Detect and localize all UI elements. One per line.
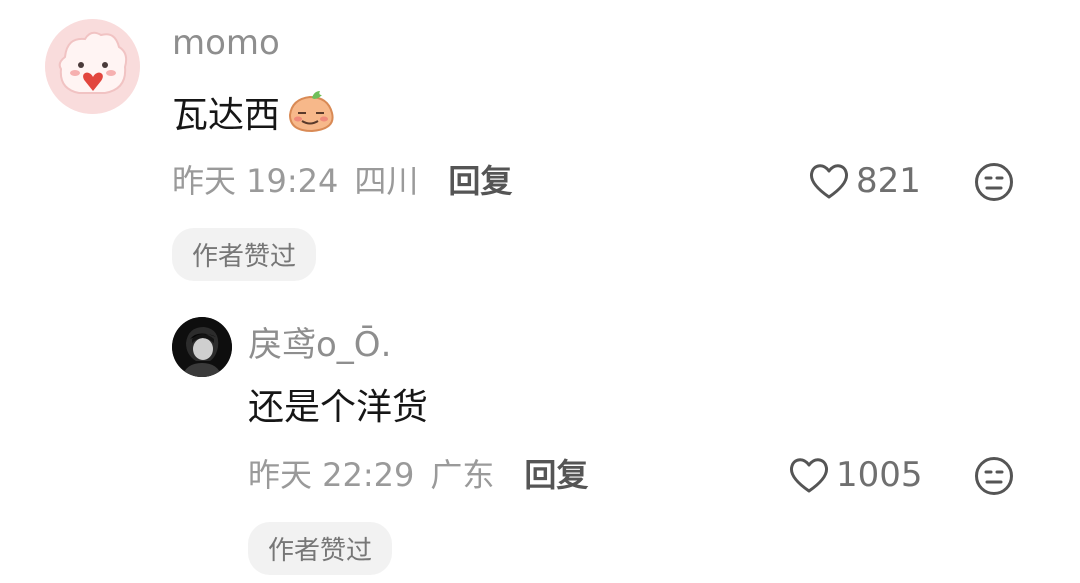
reply-button[interactable]: 回复 [448,160,512,202]
comment-username[interactable]: momo [172,22,280,64]
like-count: 821 [856,161,921,201]
reply-like-button[interactable]: 1005 [788,454,923,496]
heart-outline-icon [810,164,848,199]
meh-face-icon [975,457,1013,495]
comment-meta: 昨天 19:24 四川 回复 [172,160,512,202]
comment-text: 瓦达西 [172,95,281,136]
avatar[interactable] [45,19,140,114]
pink-blob-avatar-icon [45,19,140,114]
reply-dislike-button[interactable] [974,456,1014,500]
reply-avatar[interactable] [172,317,232,377]
carrot-shy-emoji-icon [289,91,334,133]
reply-author-liked-badge: 作者赞过 [248,522,393,575]
heart-outline-icon [790,458,828,493]
reply-like-count: 1005 [836,455,923,495]
author-liked-badge: 作者赞过 [172,228,317,281]
meh-face-icon [975,163,1013,201]
comment-region: 四川 [354,162,419,200]
reply-reply-button[interactable]: 回复 [524,454,588,496]
dark-portrait-avatar-icon [172,317,232,377]
like-button[interactable]: 821 [808,160,921,202]
reply-text: 还是个洋货 [248,387,429,428]
comment-time: 昨天 19:24 [172,162,339,200]
reply-username[interactable]: 戾鸢o_Ō. [248,324,391,366]
reply-region: 广东 [430,456,495,494]
comment-body: 瓦达西 [172,86,338,138]
reply-time: 昨天 22:29 [248,456,415,494]
reply-meta: 昨天 22:29 广东 回复 [248,454,588,496]
dislike-button[interactable] [974,162,1014,206]
